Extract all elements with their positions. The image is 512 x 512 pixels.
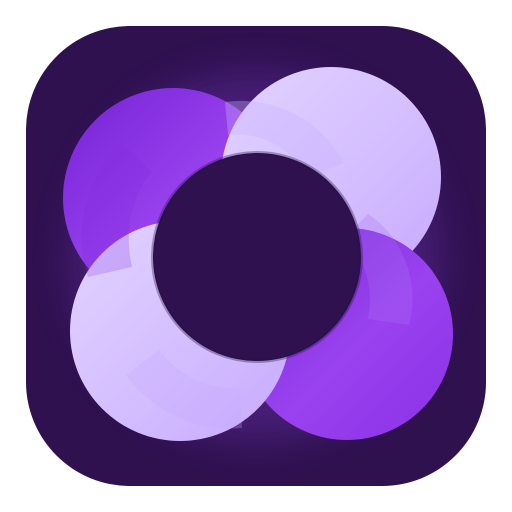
app-icon-container xyxy=(0,0,512,512)
app-icon xyxy=(26,26,486,486)
